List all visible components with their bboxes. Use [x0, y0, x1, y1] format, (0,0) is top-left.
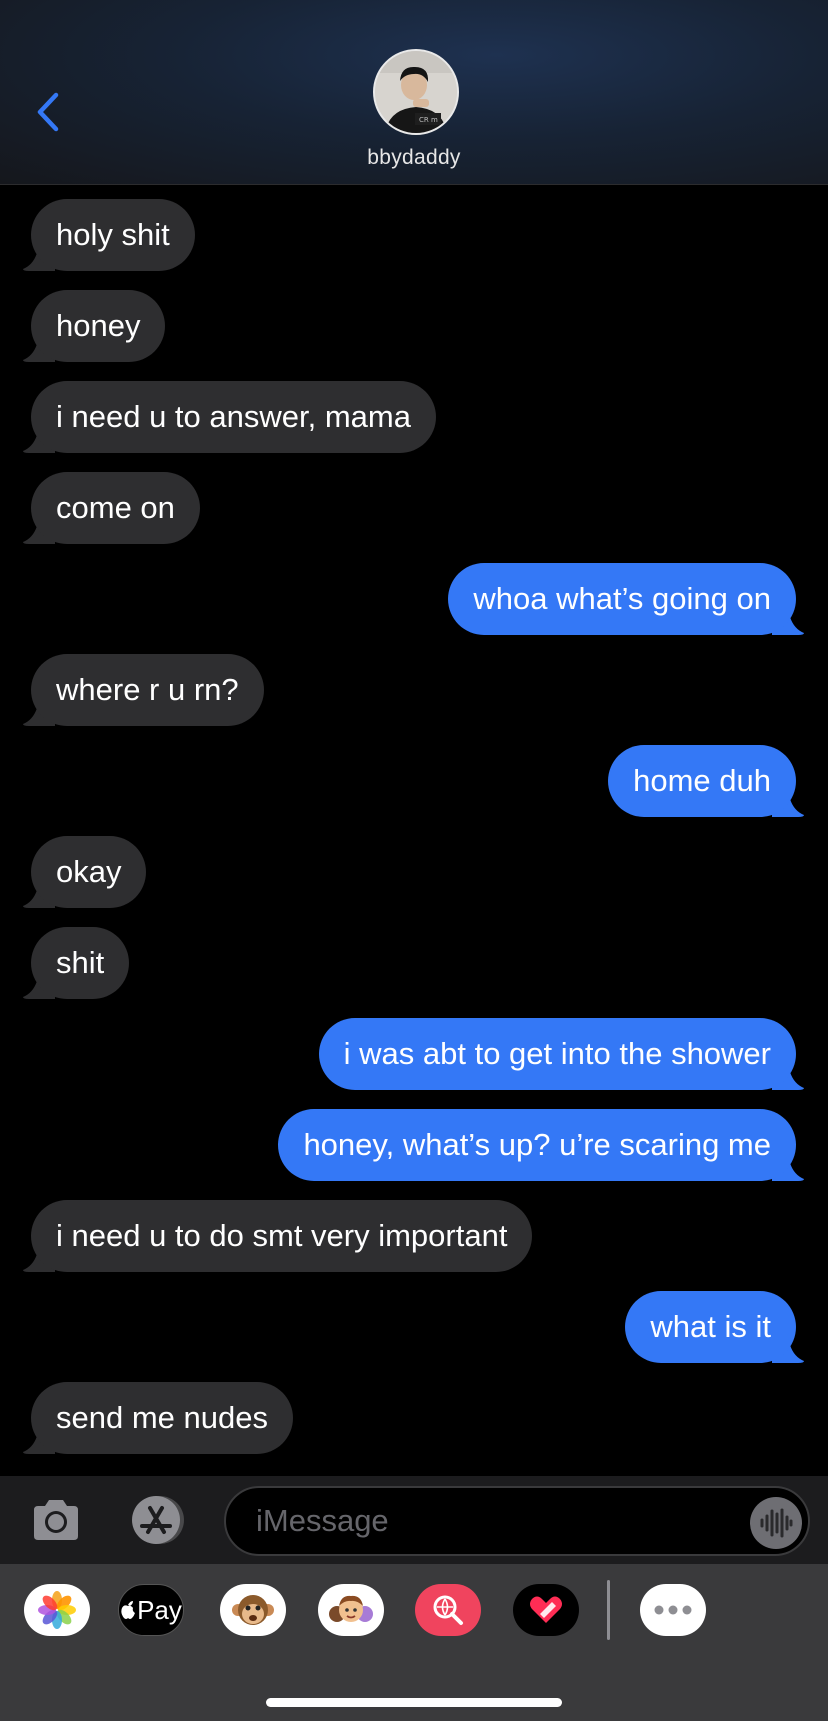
incoming-message[interactable]: shit	[23, 927, 130, 999]
drawer-divider	[607, 1580, 610, 1640]
images-search-app-button[interactable]	[415, 1584, 481, 1636]
message-text: i was abt to get into the shower	[343, 1036, 771, 1071]
message-text: come on	[56, 490, 175, 525]
incoming-message[interactable]: okay	[23, 836, 147, 908]
more-apps-button[interactable]	[640, 1584, 706, 1636]
message-bubble: i need u to answer, mama	[31, 381, 436, 453]
audio-message-button[interactable]	[750, 1497, 802, 1549]
digital-touch-app-button[interactable]	[513, 1584, 579, 1636]
animoji-icon	[232, 1595, 274, 1625]
svg-text:CR m: CR m	[419, 116, 438, 124]
message-bubble: where r u rn?	[31, 654, 264, 726]
incoming-message[interactable]: honey	[23, 290, 166, 362]
compose-bar	[0, 1476, 828, 1564]
message-text: holy shit	[56, 217, 170, 252]
app-store-icon	[132, 1496, 184, 1544]
message-text: honey, what’s up? u’re scaring me	[303, 1127, 771, 1162]
message-bubble: what is it	[625, 1291, 796, 1363]
message-bubble: whoa what’s going on	[448, 563, 796, 635]
message-text: whoa what’s going on	[473, 581, 771, 616]
message-text: okay	[56, 854, 122, 889]
message-bubble: okay	[31, 836, 147, 908]
message-bubble: honey	[31, 290, 166, 362]
waveform-icon	[760, 1508, 793, 1538]
contact-photo: CR m	[375, 51, 457, 133]
message-bubble: holy shit	[31, 199, 195, 271]
message-text: shit	[56, 945, 105, 980]
message-text: i need u to do smt very important	[56, 1218, 508, 1253]
memoji-icon	[329, 1595, 373, 1622]
apple-pay-app-button[interactable]: Pay	[118, 1584, 184, 1636]
message-bubble: come on	[31, 472, 200, 544]
photos-app-button[interactable]	[24, 1584, 90, 1636]
apple-pay-label: Pay	[137, 1594, 182, 1625]
message-bubble: honey, what’s up? u’re scaring me	[278, 1109, 796, 1181]
contact-name[interactable]: bbydaddy	[0, 146, 828, 170]
message-thread: holy shit honey i need u to answer, mama co…	[0, 184, 828, 1476]
message-text: what is it	[650, 1309, 771, 1344]
camera-button[interactable]	[30, 1496, 82, 1544]
apple-logo-icon	[121, 1601, 136, 1619]
outgoing-message[interactable]: whoa what’s going on	[448, 563, 804, 635]
message-text: honey	[56, 308, 141, 343]
incoming-message[interactable]: come on	[23, 472, 200, 544]
incoming-message[interactable]: where r u rn?	[23, 654, 264, 726]
imessage-input[interactable]	[224, 1486, 810, 1556]
back-button[interactable]	[30, 88, 66, 136]
message-bubble: i was abt to get into the shower	[318, 1018, 796, 1090]
outgoing-message[interactable]: honey, what’s up? u’re scaring me	[278, 1109, 804, 1181]
outgoing-message[interactable]: i was abt to get into the shower	[318, 1018, 804, 1090]
outgoing-message[interactable]: home duh	[608, 745, 804, 817]
message-text: send me nudes	[56, 1400, 268, 1435]
home-indicator[interactable]	[266, 1698, 562, 1707]
images-search-icon	[433, 1595, 463, 1625]
incoming-message[interactable]: send me nudes	[23, 1382, 293, 1454]
message-bubble: home duh	[608, 745, 796, 817]
message-text: where r u rn?	[56, 672, 239, 707]
message-bubble: i need u to do smt very important	[31, 1200, 533, 1272]
incoming-message[interactable]: i need u to do smt very important	[23, 1200, 533, 1272]
incoming-message[interactable]: i need u to answer, mama	[23, 381, 436, 453]
app-store-button[interactable]	[126, 1494, 192, 1546]
animoji-app-button[interactable]	[220, 1584, 286, 1636]
chevron-left-icon	[37, 92, 59, 132]
contact-avatar[interactable]: CR m	[373, 49, 459, 135]
memoji-app-button[interactable]	[318, 1584, 384, 1636]
more-icon	[654, 1605, 692, 1615]
photos-icon	[38, 1591, 76, 1629]
message-bubble: shit	[31, 927, 130, 999]
camera-icon	[34, 1500, 78, 1540]
outgoing-message[interactable]: what is it	[625, 1291, 804, 1363]
digital-touch-icon	[530, 1596, 562, 1623]
app-drawer: Pay	[0, 1564, 828, 1721]
incoming-message[interactable]: holy shit	[23, 199, 195, 271]
message-bubble: send me nudes	[31, 1382, 293, 1454]
conversation-header: CR m bbydaddy	[0, 0, 828, 185]
message-text: i need u to answer, mama	[56, 399, 411, 434]
message-text: home duh	[633, 763, 771, 798]
